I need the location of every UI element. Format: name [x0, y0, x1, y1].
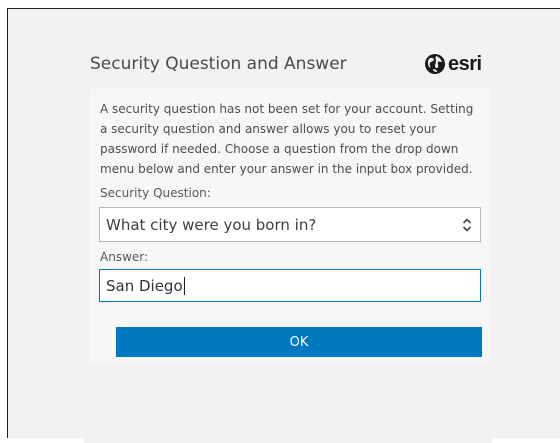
ok-button[interactable]: OK	[116, 327, 482, 357]
answer-input[interactable]: San Diego	[99, 269, 481, 302]
security-question-select[interactable]: What city were you born in?	[99, 207, 481, 242]
security-dialog: Security Question and Answer esri A secu…	[84, 43, 492, 443]
esri-logo: esri	[424, 51, 482, 77]
answer-label: Answer:	[100, 250, 149, 264]
selected-question: What city were you born in?	[106, 215, 317, 234]
dialog-body: A security question has not been set for…	[90, 89, 490, 363]
answer-value: San Diego	[106, 276, 183, 295]
globe-icon	[425, 54, 445, 74]
dialog-title: Security Question and Answer	[90, 54, 347, 74]
text-caret	[183, 276, 185, 295]
up-down-chevron-icon	[462, 218, 472, 232]
logo-text: esri	[448, 52, 482, 75]
security-question-label: Security Question:	[100, 186, 211, 200]
window-frame: Security Question and Answer esri A secu…	[7, 8, 560, 443]
dialog-header: Security Question and Answer esri	[84, 43, 492, 87]
description-text: A security question has not been set for…	[100, 102, 474, 176]
